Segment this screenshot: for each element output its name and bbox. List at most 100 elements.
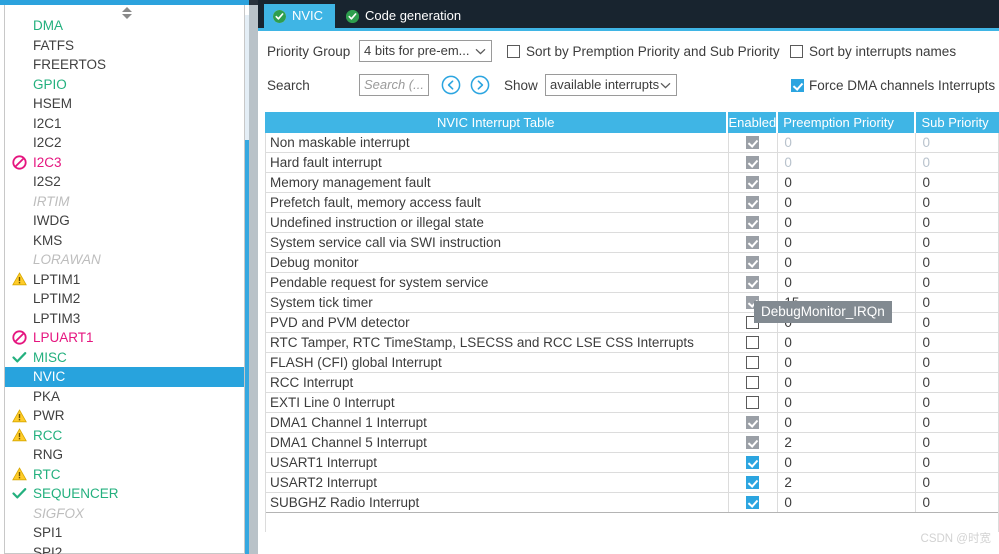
enabled-cell[interactable] bbox=[729, 493, 779, 512]
table-row[interactable]: Hard fault interrupt 0 0 bbox=[265, 153, 999, 173]
sidebar-item-gpio[interactable]: GPIO bbox=[5, 75, 244, 95]
sidebar-item-i2s2[interactable]: I2S2 bbox=[5, 172, 244, 192]
enabled-cell[interactable] bbox=[729, 373, 779, 392]
sidebar-item-iwdg[interactable]: IWDG bbox=[5, 211, 244, 231]
enabled-checkbox[interactable] bbox=[746, 276, 760, 289]
sub-priority-cell[interactable]: 0 bbox=[916, 333, 999, 352]
search-input[interactable]: Search (... bbox=[359, 74, 429, 96]
priority-group-select[interactable]: 4 bits for pre-em... bbox=[359, 40, 492, 62]
sidebar-item-misc[interactable]: MISC bbox=[5, 348, 244, 368]
sub-priority-cell[interactable]: 0 bbox=[916, 133, 999, 152]
enabled-checkbox[interactable] bbox=[746, 376, 760, 389]
column-header-enabled[interactable]: Enabled bbox=[728, 112, 779, 133]
sidebar-item-lptim1[interactable]: LPTIM1 bbox=[5, 270, 244, 290]
sidebar-item-hsem[interactable]: HSEM bbox=[5, 94, 244, 114]
sub-priority-cell[interactable]: 0 bbox=[916, 213, 999, 232]
sub-priority-cell[interactable]: 0 bbox=[916, 373, 999, 392]
enabled-cell[interactable] bbox=[729, 433, 779, 452]
sub-priority-cell[interactable]: 0 bbox=[916, 153, 999, 172]
search-next-button[interactable] bbox=[470, 75, 490, 95]
sidebar-item-dma[interactable]: DMA bbox=[5, 16, 244, 36]
table-row[interactable]: Pendable request for system service 0 0 bbox=[265, 273, 999, 293]
sub-priority-cell[interactable]: 0 bbox=[916, 413, 999, 432]
table-row[interactable]: RTC Tamper, RTC TimeStamp, LSECSS and RC… bbox=[265, 333, 999, 353]
sidebar-item-pwr[interactable]: PWR bbox=[5, 406, 244, 426]
search-prev-button[interactable] bbox=[441, 75, 461, 95]
sidebar-item-rng[interactable]: RNG bbox=[5, 445, 244, 465]
sidebar-item-i2c1[interactable]: I2C1 bbox=[5, 114, 244, 134]
enabled-checkbox[interactable] bbox=[746, 496, 760, 509]
table-row[interactable]: System service call via SWI instruction 0… bbox=[265, 233, 999, 253]
sidebar-item-lorawan[interactable]: LORAWAN bbox=[5, 250, 244, 270]
sidebar-item-sequencer[interactable]: SEQUENCER bbox=[5, 484, 244, 504]
sidebar-item-lptim2[interactable]: LPTIM2 bbox=[5, 289, 244, 309]
sidebar-item-pka[interactable]: PKA bbox=[5, 387, 244, 407]
sidebar-item-nvic[interactable]: NVIC bbox=[5, 367, 244, 387]
enabled-cell[interactable] bbox=[729, 193, 779, 212]
table-row[interactable]: USART2 Interrupt 2 0 bbox=[265, 473, 999, 493]
preemption-priority-cell[interactable]: 0 bbox=[778, 133, 917, 152]
enabled-cell[interactable] bbox=[729, 393, 779, 412]
sidebar-item-fatfs[interactable]: FATFS bbox=[5, 36, 244, 56]
sidebar-item-kms[interactable]: KMS bbox=[5, 231, 244, 251]
table-row[interactable]: SUBGHZ Radio Interrupt 0 0 bbox=[265, 493, 999, 513]
table-row[interactable]: RCC Interrupt 0 0 bbox=[265, 373, 999, 393]
sub-priority-cell[interactable]: 0 bbox=[916, 433, 999, 452]
preemption-priority-cell[interactable]: 0 bbox=[778, 233, 917, 252]
preemption-priority-cell[interactable]: 0 bbox=[778, 273, 917, 292]
preemption-priority-cell[interactable]: 0 bbox=[778, 253, 917, 272]
preemption-priority-cell[interactable]: 0 bbox=[778, 193, 917, 212]
enabled-checkbox[interactable] bbox=[746, 196, 760, 209]
sub-priority-cell[interactable]: 0 bbox=[916, 193, 999, 212]
enabled-checkbox[interactable] bbox=[746, 216, 760, 229]
table-row[interactable]: Prefetch fault, memory access fault 0 0 bbox=[265, 193, 999, 213]
tab-nvic[interactable]: NVIC bbox=[264, 4, 336, 28]
enabled-checkbox[interactable] bbox=[746, 456, 760, 469]
table-row[interactable]: USART1 Interrupt 0 0 bbox=[265, 453, 999, 473]
enabled-cell[interactable] bbox=[729, 253, 779, 272]
table-row[interactable]: Memory management fault 0 0 bbox=[265, 173, 999, 193]
preemption-priority-cell[interactable]: 2 bbox=[778, 433, 917, 452]
enabled-cell[interactable] bbox=[729, 333, 779, 352]
enabled-cell[interactable] bbox=[729, 353, 779, 372]
sub-priority-cell[interactable]: 0 bbox=[916, 453, 999, 472]
table-row[interactable]: FLASH (CFI) global Interrupt 0 0 bbox=[265, 353, 999, 373]
sub-priority-cell[interactable]: 0 bbox=[916, 473, 999, 492]
preemption-priority-cell[interactable]: 0 bbox=[778, 373, 917, 392]
sidebar-item-lptim3[interactable]: LPTIM3 bbox=[5, 309, 244, 329]
preemption-priority-cell[interactable]: 0 bbox=[778, 213, 917, 232]
enabled-checkbox[interactable] bbox=[746, 236, 760, 249]
preemption-priority-cell[interactable]: 0 bbox=[778, 353, 917, 372]
sub-priority-cell[interactable]: 0 bbox=[916, 233, 999, 252]
enabled-cell[interactable] bbox=[729, 133, 779, 152]
enabled-cell[interactable] bbox=[729, 233, 779, 252]
table-row[interactable]: EXTI Line 0 Interrupt 0 0 bbox=[265, 393, 999, 413]
table-row[interactable]: Undefined instruction or illegal state 0 0 bbox=[265, 213, 999, 233]
sub-priority-cell[interactable]: 0 bbox=[916, 353, 999, 372]
enabled-checkbox[interactable] bbox=[746, 336, 760, 349]
sub-priority-cell[interactable]: 0 bbox=[916, 273, 999, 292]
preemption-priority-cell[interactable]: 0 bbox=[778, 393, 917, 412]
sidebar-item-sigfox[interactable]: SIGFOX bbox=[5, 504, 244, 524]
preemption-priority-cell[interactable]: 0 bbox=[778, 173, 917, 192]
sidebar-item-rcc[interactable]: RCC bbox=[5, 426, 244, 446]
preemption-priority-cell[interactable]: 2 bbox=[778, 473, 917, 492]
pane-divider[interactable] bbox=[249, 0, 258, 554]
sidebar-item-i2c3[interactable]: I2C3 bbox=[5, 153, 244, 173]
enabled-cell[interactable] bbox=[729, 273, 779, 292]
enabled-cell[interactable] bbox=[729, 453, 779, 472]
sub-priority-cell[interactable]: 0 bbox=[916, 253, 999, 272]
enabled-checkbox[interactable] bbox=[746, 476, 760, 489]
table-row[interactable]: DMA1 Channel 1 Interrupt 0 0 bbox=[265, 413, 999, 433]
preemption-priority-cell[interactable]: 0 bbox=[778, 153, 917, 172]
preemption-priority-cell[interactable]: 0 bbox=[778, 453, 917, 472]
sub-priority-cell[interactable]: 0 bbox=[916, 293, 999, 312]
column-header-sub-priority[interactable]: Sub Priority bbox=[916, 112, 999, 133]
sidebar-item-irtim[interactable]: IRTIM bbox=[5, 192, 244, 212]
sort-by-preemption-checkbox[interactable] bbox=[507, 45, 520, 58]
enabled-checkbox[interactable] bbox=[746, 156, 760, 169]
sub-priority-cell[interactable]: 0 bbox=[916, 173, 999, 192]
sidebar-item-lpuart1[interactable]: LPUART1 bbox=[5, 328, 244, 348]
sub-priority-cell[interactable]: 0 bbox=[916, 313, 999, 332]
enabled-checkbox[interactable] bbox=[746, 356, 760, 369]
